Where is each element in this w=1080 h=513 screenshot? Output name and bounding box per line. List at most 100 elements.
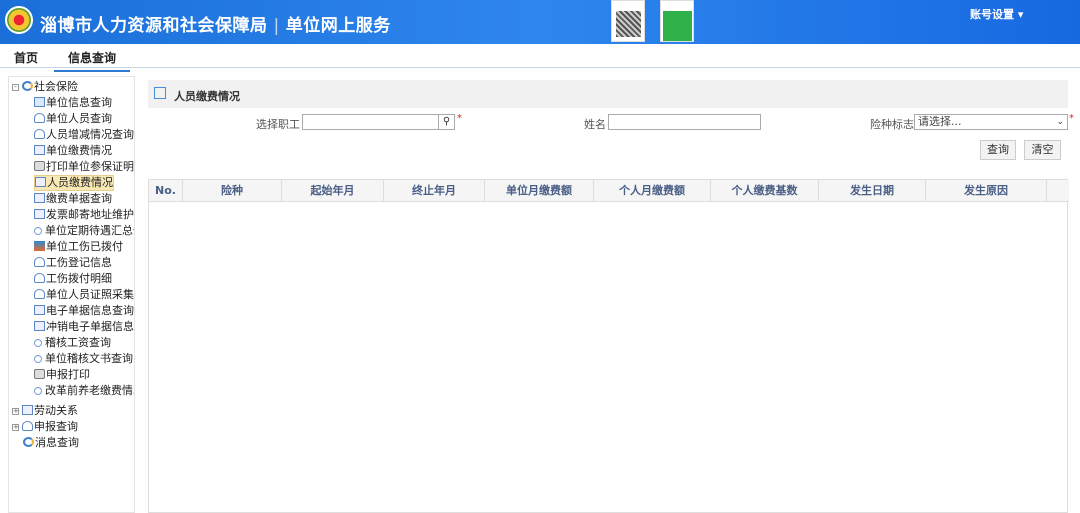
insurance-type-select[interactable]: 请选择... ⌄ bbox=[914, 114, 1068, 130]
tree-node-social-insurance[interactable]: - 社会保险 bbox=[12, 79, 78, 95]
column-header[interactable]: 单位月缴费额 bbox=[485, 180, 594, 202]
collapse-icon[interactable]: - bbox=[12, 84, 19, 91]
query-button[interactable]: 查询 bbox=[980, 140, 1016, 160]
sidebar-item[interactable]: 单位工伤已拨付 bbox=[34, 239, 123, 255]
tab-home[interactable]: 首页 bbox=[14, 49, 38, 66]
name-label: 姓名 bbox=[584, 118, 606, 131]
sidebar-item[interactable]: 工伤拨付明细 bbox=[34, 271, 112, 287]
sidebar-item-label: 冲销电子单据信息查 bbox=[46, 320, 134, 333]
sidebar-item[interactable]: 单位定期待遇汇总信 bbox=[34, 223, 135, 239]
sidebar-item[interactable]: 工伤登记信息 bbox=[34, 255, 112, 271]
clear-button[interactable]: 清空 bbox=[1024, 140, 1061, 160]
print-icon bbox=[34, 161, 45, 171]
account-settings-menu[interactable]: 账号设置 ▾ bbox=[970, 6, 1023, 22]
sidebar-item[interactable]: 缴费单据查询 bbox=[34, 191, 112, 207]
expand-icon[interactable]: + bbox=[12, 424, 19, 431]
card-icon bbox=[35, 177, 46, 187]
sidebar-item-label: 单位人员证照采集 bbox=[46, 288, 134, 301]
folder-icon bbox=[22, 421, 33, 431]
folder-icon bbox=[22, 81, 33, 91]
card-icon bbox=[34, 321, 45, 331]
sidebar-item-label: 申报打印 bbox=[46, 368, 90, 381]
search-icon bbox=[34, 355, 42, 363]
search-icon[interactable]: ⚲ bbox=[438, 115, 454, 129]
column-header[interactable]: 个人月缴费额 bbox=[594, 180, 711, 202]
sidebar-item-label: 稽核工资查询 bbox=[45, 336, 111, 349]
employee-label: 选择职工 bbox=[256, 118, 300, 131]
sidebar-item[interactable]: 电子单据信息查询 bbox=[34, 303, 134, 319]
user-icon bbox=[34, 289, 45, 299]
employee-input[interactable]: ⚲ bbox=[302, 114, 455, 130]
wechat-qr-icon[interactable] bbox=[660, 0, 694, 42]
tree-node-labor[interactable]: + 劳动关系 bbox=[12, 403, 78, 419]
name-input[interactable] bbox=[608, 114, 761, 130]
column-header[interactable]: No. bbox=[149, 180, 183, 202]
required-mark: * bbox=[457, 113, 462, 124]
column-header[interactable] bbox=[1047, 180, 1069, 202]
message-icon bbox=[23, 437, 34, 447]
sidebar-item[interactable]: 申报打印 bbox=[34, 367, 90, 383]
sidebar-item[interactable]: 改革前养老缴费情况 bbox=[34, 383, 135, 399]
sidebar-item-label: 工伤登记信息 bbox=[46, 256, 112, 269]
column-header[interactable]: 起始年月 bbox=[282, 180, 384, 202]
user-icon bbox=[34, 273, 45, 283]
card-icon bbox=[34, 305, 45, 315]
sidebar-item-label: 人员缴费情况 bbox=[47, 176, 113, 189]
sidebar-item-label: 单位工伤已拨付 bbox=[46, 240, 123, 253]
sidebar-item-label: 单位人员查询 bbox=[46, 112, 112, 125]
search-icon bbox=[34, 387, 42, 395]
panel-header: 人员缴费情况 bbox=[148, 80, 1068, 108]
sidebar-item[interactable]: 单位人员查询 bbox=[34, 111, 112, 127]
sidebar-item[interactable]: 单位稽核文书查询 bbox=[34, 351, 133, 367]
main-panel: 人员缴费情况 选择职工 ⚲ * 姓名 险种标志 请选择... ⌄ * 查询 清空 … bbox=[148, 80, 1074, 513]
sidebar-item[interactable]: 人员增减情况查询 bbox=[34, 127, 134, 143]
grid-icon bbox=[34, 97, 45, 107]
tree-node-messages[interactable]: 消息查询 bbox=[23, 435, 79, 451]
column-header[interactable]: 发生日期 bbox=[819, 180, 926, 202]
sidebar-item[interactable]: 冲销电子单据信息查 bbox=[34, 319, 134, 335]
sidebar-item-label: 电子单据信息查询 bbox=[46, 304, 134, 317]
sidebar-item-label: 发票邮寄地址维护 bbox=[46, 208, 134, 221]
payment-table: No. 险种 起始年月 终止年月 单位月缴费额 个人月缴费额 个人缴费基数 发生日期 发生原因 bbox=[148, 179, 1069, 513]
folder-icon bbox=[22, 405, 33, 415]
top-nav: 首页 信息查询 bbox=[0, 44, 1080, 72]
app-title: 淄博市人力资源和社会保障局 | 单位网上服务 bbox=[40, 16, 391, 36]
required-mark: * bbox=[1069, 113, 1074, 124]
tool-icon bbox=[34, 241, 45, 251]
column-header[interactable]: 个人缴费基数 bbox=[711, 180, 819, 202]
card-icon bbox=[34, 145, 45, 155]
search-icon bbox=[34, 339, 42, 347]
insurance-type-label: 险种标志 bbox=[870, 118, 914, 131]
sidebar-item[interactable]: 人员缴费情况 bbox=[34, 175, 114, 191]
card-icon bbox=[34, 193, 45, 203]
sidebar-item-label: 单位信息查询 bbox=[46, 96, 112, 109]
edit-icon bbox=[154, 87, 166, 99]
qr-code-icon[interactable] bbox=[611, 0, 645, 42]
panel-title: 人员缴费情况 bbox=[174, 90, 240, 103]
tab-info-query[interactable]: 信息查询 bbox=[54, 49, 131, 72]
sidebar-item[interactable]: 打印单位参保证明 bbox=[34, 159, 134, 175]
sidebar-tree: - 社会保险 单位信息查询 单位人员查询人员增减情况查询 单位缴费情况打印单位参保证明… bbox=[8, 76, 135, 513]
column-header[interactable]: 发生原因 bbox=[926, 180, 1047, 202]
sidebar-item-label: 工伤拨付明细 bbox=[46, 272, 112, 285]
sidebar-item[interactable]: 稽核工资查询 bbox=[34, 335, 111, 351]
sidebar-item-label: 单位定期待遇汇总信 bbox=[45, 224, 135, 237]
user-icon bbox=[34, 257, 45, 267]
sidebar-item-label: 人员增减情况查询 bbox=[46, 128, 134, 141]
sidebar-item[interactable]: 发票邮寄地址维护 bbox=[34, 207, 134, 223]
user-icon bbox=[34, 113, 45, 123]
sidebar-item-label: 改革前养老缴费情况 bbox=[45, 384, 135, 397]
expand-icon[interactable]: + bbox=[12, 408, 19, 415]
sidebar-item-label: 单位缴费情况 bbox=[46, 144, 112, 157]
logo-emblem-icon bbox=[5, 6, 33, 34]
chevron-down-icon: ⌄ bbox=[1056, 117, 1064, 127]
tree-node-declaration[interactable]: + 申报查询 bbox=[12, 419, 78, 435]
user-icon bbox=[34, 129, 45, 139]
sidebar-item[interactable]: 单位信息查询 bbox=[34, 95, 112, 111]
sidebar-item[interactable]: 单位缴费情况 bbox=[34, 143, 112, 159]
column-header[interactable]: 险种 bbox=[183, 180, 282, 202]
app-header: 淄博市人力资源和社会保障局 | 单位网上服务 账号设置 ▾ bbox=[0, 0, 1080, 44]
sidebar-item[interactable]: 单位人员证照采集 bbox=[34, 287, 134, 303]
sidebar-item-label: 打印单位参保证明 bbox=[46, 160, 134, 173]
column-header[interactable]: 终止年月 bbox=[384, 180, 485, 202]
